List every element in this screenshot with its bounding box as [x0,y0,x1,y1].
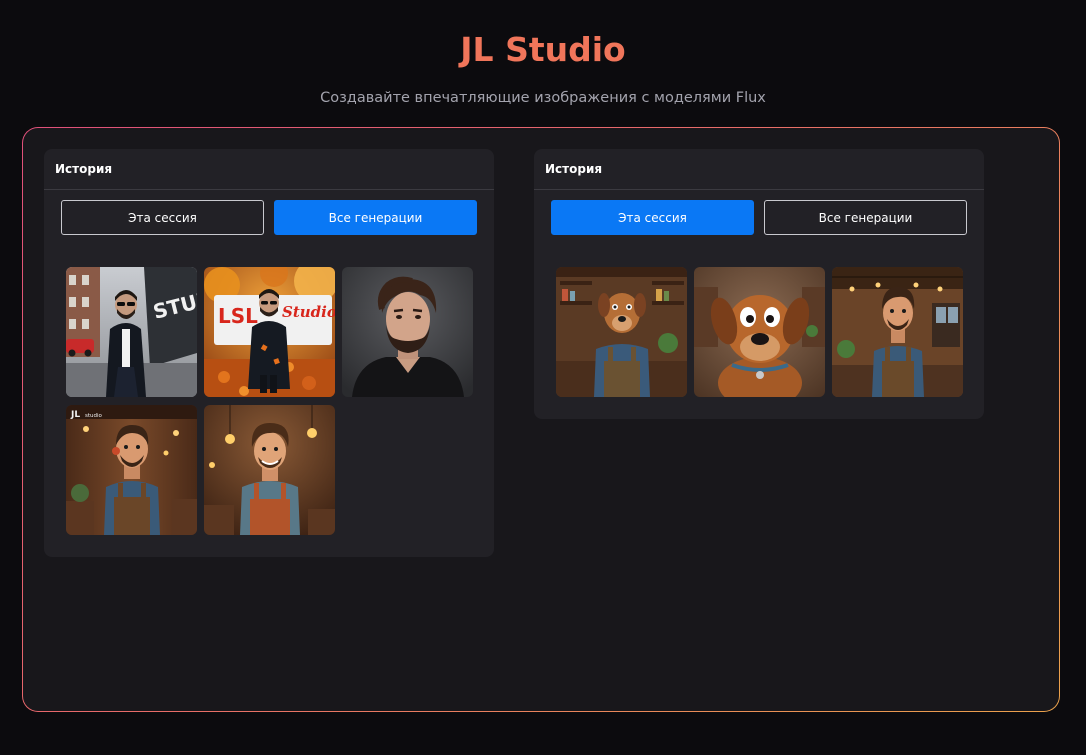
svg-text:Studios: Studios [282,303,335,321]
history-panel-title: История [545,162,603,176]
history-image-2[interactable]: LSL Studios [204,267,335,397]
man-autumn-photo-icon: LSL Studios [204,267,335,397]
cartoon-barista-photo-icon [832,267,963,397]
tab-all-generations[interactable]: Все генерации [764,200,967,235]
tab-all-generations[interactable]: Все генерации [274,200,477,235]
tab-this-session[interactable]: Эта сессия [61,200,264,235]
svg-text:studio: studio [85,413,103,419]
cartoon-dog-photo-icon [694,267,825,397]
history-panel-title: История [55,162,113,176]
cartoon-barista-photo-icon: JL studio [66,405,197,535]
page-title: JL Studio [460,30,626,69]
main-frame: История Эта сессия Все генерации STUDIO … [22,127,1060,712]
history-image-5[interactable] [204,405,335,535]
main-frame-inner: История Эта сессия Все генерации STUDIO … [23,128,1059,711]
history-panel-right: История Эта сессия Все генерации [534,149,984,419]
man-portrait-photo-icon [342,267,473,397]
page-subtitle: Создавайте впечатляющие изображения с мо… [320,90,766,106]
history-image-3[interactable] [342,267,473,397]
history-panel-left: История Эта сессия Все генерации STUDIO … [44,149,494,557]
cartoon-barista-photo-icon [204,405,335,535]
history-panel-header: История [44,149,494,190]
history-tabs: Эта сессия Все генерации [551,200,967,235]
history-panel-header: История [534,149,984,190]
tab-this-session[interactable]: Эта сессия [551,200,754,235]
history-image-4[interactable]: JL studio [66,405,197,535]
cartoon-dog-man-photo-icon [556,267,687,397]
history-image-1[interactable] [556,267,687,397]
page-header: JL Studio Создавайте впечатляющие изобра… [0,28,1086,108]
svg-text:JL: JL [70,410,80,420]
man-street-photo-icon: STUDIO [66,267,197,397]
svg-text:LSL: LSL [218,304,258,328]
history-image-3[interactable] [832,267,963,397]
history-image-2[interactable] [694,267,825,397]
history-image-1[interactable]: STUDIO [66,267,197,397]
history-tabs: Эта сессия Все генерации [61,200,477,235]
